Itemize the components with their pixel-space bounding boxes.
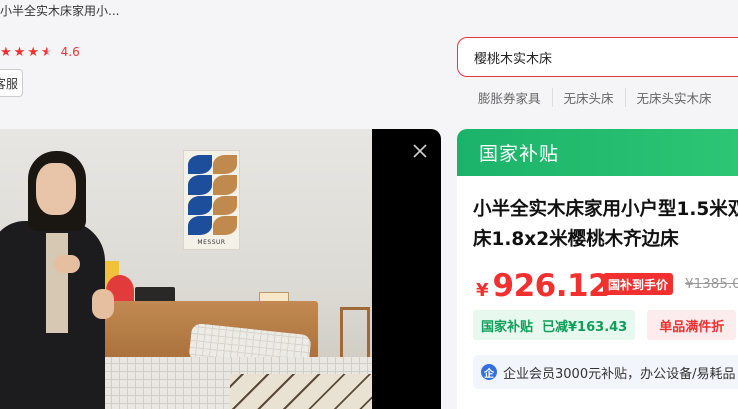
person-hand [54, 255, 80, 273]
star-icon: ★ [13, 44, 26, 60]
search-input[interactable]: 樱桃木实木床 [457, 37, 738, 77]
half-star-icon: ★ [40, 44, 53, 60]
final-price: 926.12 [492, 268, 610, 304]
price-row: ¥ 926.12 [476, 268, 610, 304]
person-hand [92, 289, 114, 319]
product-page: 小半全实木床家用小... ★ ★ ★ ★ 4.6 客服 樱桃木实木床 膨胀券家具… [0, 0, 738, 409]
price-badge: 国补到手价 [603, 273, 674, 295]
product-video-player[interactable]: MESSUR [0, 129, 441, 409]
product-title-breadcrumb: 小半全实木床家用小... [0, 4, 120, 18]
promotion-row: 国家补贴 已减¥163.43 单品满件折 [473, 310, 737, 340]
search-suggestion[interactable]: 无床头实木床 [624, 88, 723, 107]
search-suggestion[interactable]: 无床头床 [551, 88, 625, 107]
promo-pill[interactable]: 单品满件折 [647, 310, 737, 340]
art-caption: MESSUR [197, 239, 226, 246]
purchase-panel: 国家补贴 小半全实木床家用小户型1.5米双人床1.8x2米樱桃木齐边床 ¥ 92… [457, 129, 738, 409]
search-suggestions: 膨胀券家具 无床头床 无床头实木床 [478, 88, 723, 107]
close-icon[interactable] [410, 141, 430, 161]
rating-row: ★ ★ ★ ★ 4.6 [0, 45, 80, 59]
enterprise-text: 企业会员3000元补贴，办公设备/易耗品 [503, 366, 736, 382]
star-icon: ★ [27, 44, 39, 60]
rating-value: 4.6 [60, 45, 80, 59]
national-subsidy-banner: 国家补贴 [457, 129, 738, 176]
bed-blanket [230, 374, 372, 409]
person-face [36, 163, 76, 215]
wall-art-image: MESSUR [183, 150, 240, 250]
enterprise-icon: 企 [481, 364, 497, 380]
enterprise-member-bar[interactable]: 企 企业会员3000元补贴，办公设备/易耗品 [473, 355, 738, 389]
currency-symbol: ¥ [476, 280, 489, 301]
search-suggestion[interactable]: 膨胀券家具 [478, 88, 552, 107]
video-frame: MESSUR [0, 129, 372, 409]
subsidy-amount: 已减¥163.43 [542, 319, 628, 335]
customer-service-button[interactable]: 客服 [0, 69, 23, 97]
subsidy-label: 国家补贴 [481, 319, 534, 335]
original-price: ¥1385.00 [685, 276, 738, 292]
close-icon-svg [413, 144, 427, 158]
search-input-value: 樱桃木实木床 [474, 51, 553, 67]
person-shirt [46, 233, 68, 333]
subsidy-discount-pill[interactable]: 国家补贴 已减¥163.43 [473, 310, 636, 340]
star-icon: ★ [0, 44, 12, 60]
product-title: 小半全实木床家用小户型1.5米双人床1.8x2米樱桃木齐边床 [473, 199, 738, 250]
